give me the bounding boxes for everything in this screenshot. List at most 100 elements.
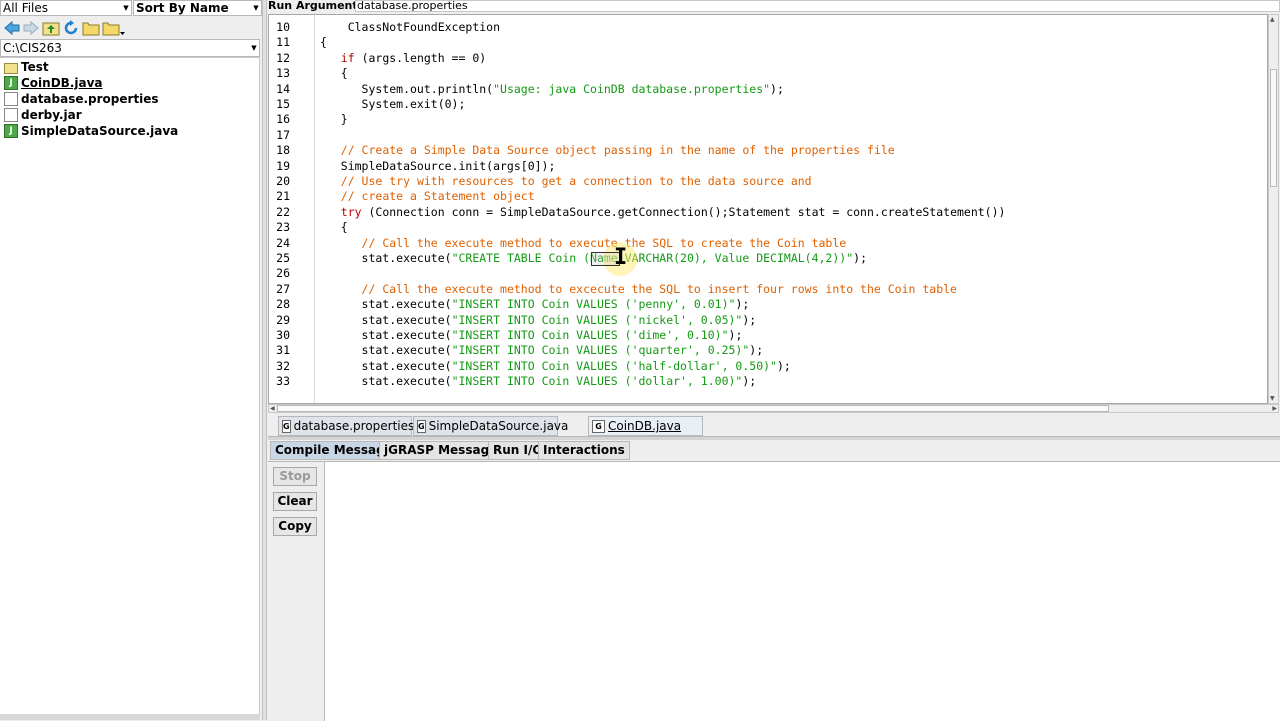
editor-vertical-scrollbar[interactable]: ▲ ▼ — [1268, 14, 1279, 404]
code-line[interactable]: 33 stat.execute("INSERT INTO Coin VALUES… — [269, 374, 1267, 389]
line-number: 10 — [276, 20, 290, 34]
stop-button[interactable]: Stop — [273, 467, 317, 486]
code-line[interactable]: 18 // Create a Simple Data Source object… — [269, 143, 1267, 158]
document-icon — [4, 108, 18, 122]
line-number: 32 — [276, 358, 290, 373]
line-text: // Create a Simple Data Source object pa… — [340, 143, 895, 158]
copy-button[interactable]: Copy — [273, 517, 317, 536]
directory-path-select[interactable]: C:\CIS263 ▼ — [0, 39, 260, 57]
code-line[interactable]: 31 stat.execute("INSERT INTO Coin VALUES… — [269, 343, 1267, 358]
editor-horizontal-scrollbar[interactable]: ◀ ▶ — [268, 404, 1279, 413]
run-arguments-input[interactable]: database.properties — [355, 0, 1280, 12]
line-text: // create a Statement object — [340, 189, 535, 204]
line-number: 30 — [276, 328, 290, 342]
java-file-icon: J — [4, 76, 18, 90]
tab-coindb-java[interactable]: G CoinDB.java — [588, 416, 703, 436]
scroll-up-icon[interactable]: ▲ — [1270, 16, 1275, 23]
code-editor[interactable]: 10 ClassNotFoundException 11{12 if (args.… — [268, 14, 1268, 404]
tab-label: CoinDB.java — [608, 419, 682, 433]
file-browser-panel: All Files ▼ Sort By Name ▼ C:\CIS263 ▼ T… — [0, 0, 262, 720]
back-arrow-icon[interactable] — [3, 19, 21, 37]
code-line[interactable]: 27 // Call the execute method to excecut… — [269, 282, 1267, 297]
folder-menu-icon[interactable] — [102, 19, 126, 37]
line-number: 13 — [276, 66, 290, 81]
scroll-down-icon[interactable]: ▼ — [1270, 395, 1275, 402]
file-filter-select[interactable]: All Files ▼ — [0, 0, 132, 16]
sort-select[interactable]: Sort By Name ▼ — [133, 0, 262, 16]
pane-divider[interactable] — [268, 436, 1280, 440]
code-line[interactable]: 10 ClassNotFoundException — [269, 20, 1267, 35]
code-line[interactable]: 11 { — [269, 35, 1267, 50]
browser-bottom-tabs — [0, 714, 260, 720]
line-number: 15 — [276, 97, 290, 111]
line-text: SimpleDataSource.init(args[0]); — [320, 158, 556, 173]
line-number: 29 — [276, 312, 290, 327]
line-number: 16 — [276, 112, 290, 127]
file-item-derby-jar[interactable]: derby.jar — [0, 107, 258, 123]
tab-interactions[interactable]: Interactions — [538, 441, 630, 460]
file-item-coindb-java[interactable]: J CoinDB.java — [0, 75, 258, 91]
scroll-right-icon[interactable]: ▶ — [1272, 405, 1277, 412]
file-item-simpledatasource-java[interactable]: J SimpleDataSource.java — [0, 123, 258, 139]
code-line[interactable]: 21 // create a Statement object — [269, 189, 1267, 204]
line-number: 25 — [276, 251, 290, 265]
tab-database-properties[interactable]: G database.properties — [278, 416, 415, 436]
line-text: // Call the execute method to execute th… — [361, 235, 847, 250]
tab-label: SimpleDataSource.java — [428, 419, 569, 433]
code-line[interactable]: 32 stat.execute("INSERT INTO Coin VALUES… — [269, 358, 1267, 374]
line-text: stat.execute("INSERT INTO Coin VALUES ('… — [320, 312, 757, 327]
code-line[interactable]: 16 } — [269, 112, 1267, 127]
forward-arrow-icon[interactable] — [22, 19, 40, 37]
code-line[interactable]: 13 { — [269, 66, 1267, 81]
gfile-icon: G — [282, 419, 291, 433]
code-line[interactable]: 29 stat.execute("INSERT INTO Coin VALUES… — [269, 312, 1267, 328]
compile-output-area[interactable] — [324, 462, 1280, 721]
code-line[interactable]: 14 System.out.println("Usage: java CoinD… — [269, 81, 1267, 97]
code-line[interactable]: 26 — [269, 266, 1267, 281]
line-text: } — [320, 112, 348, 127]
browser-toolbar — [0, 17, 262, 39]
file-name: CoinDB.java — [21, 76, 103, 90]
line-text: stat.execute("INSERT INTO Coin VALUES ('… — [320, 358, 791, 373]
code-line[interactable]: 20 // Use try with resources to get a co… — [269, 174, 1267, 189]
file-item-database-properties[interactable]: database.properties — [0, 91, 258, 107]
code-line[interactable]: 28 stat.execute("INSERT INTO Coin VALUES… — [269, 297, 1267, 312]
tab-label: database.properties — [293, 419, 415, 433]
file-name: derby.jar — [21, 108, 82, 122]
line-text: // Use try with resources to get a conne… — [340, 174, 812, 188]
code-line[interactable]: 30 stat.execute("INSERT INTO Coin VALUES… — [269, 328, 1267, 343]
code-line[interactable]: 12 if (args.length == 0) — [269, 50, 1267, 66]
line-number: 33 — [276, 374, 290, 389]
refresh-icon[interactable] — [62, 19, 80, 37]
code-line[interactable]: 23 { — [269, 220, 1267, 235]
line-number: 28 — [276, 297, 290, 312]
line-text: System.out.println("Usage: java CoinDB d… — [320, 81, 784, 96]
line-number: 11 — [276, 35, 290, 50]
file-list: Test J CoinDB.java database.properties d… — [0, 57, 260, 716]
file-filter-value: All Files — [3, 1, 49, 15]
line-number: 21 — [276, 189, 290, 204]
parent-folder-icon[interactable] — [42, 19, 60, 37]
vertical-scroll-thumb[interactable] — [1270, 69, 1277, 187]
clear-button[interactable]: Clear — [273, 492, 317, 511]
tab-simpledatasource-java[interactable]: G SimpleDataSource.java — [413, 416, 568, 436]
file-item-test-folder[interactable]: Test — [0, 59, 258, 75]
code-line[interactable]: 17 — [269, 128, 1267, 143]
panel-splitter[interactable] — [262, 0, 267, 720]
java-file-icon: J — [4, 124, 18, 138]
scroll-left-icon[interactable]: ◀ — [270, 405, 275, 412]
line-number: 23 — [276, 220, 290, 235]
line-text: ClassNotFoundException — [320, 20, 501, 34]
code-line[interactable]: 24 // Call the execute method to execute… — [269, 235, 1267, 251]
code-line[interactable]: 19 SimpleDataSource.init(args[0]); — [269, 158, 1267, 174]
folder-icon — [4, 62, 18, 74]
code-line[interactable]: 15 System.exit(0); — [269, 97, 1267, 112]
line-text: try (Connection conn = SimpleDataSource.… — [340, 204, 1006, 219]
code-line[interactable]: 22 try (Connection conn = SimpleDataSour… — [269, 204, 1267, 220]
line-text: if (args.length == 0) — [340, 50, 487, 65]
new-folder-icon[interactable] — [82, 19, 100, 37]
gfile-icon: G — [592, 419, 605, 433]
horizontal-scroll-thumb[interactable] — [277, 405, 1109, 412]
code-line[interactable]: 25 stat.execute("CREATE TABLE Coin (Name… — [269, 251, 1267, 266]
line-number: 19 — [276, 158, 290, 173]
